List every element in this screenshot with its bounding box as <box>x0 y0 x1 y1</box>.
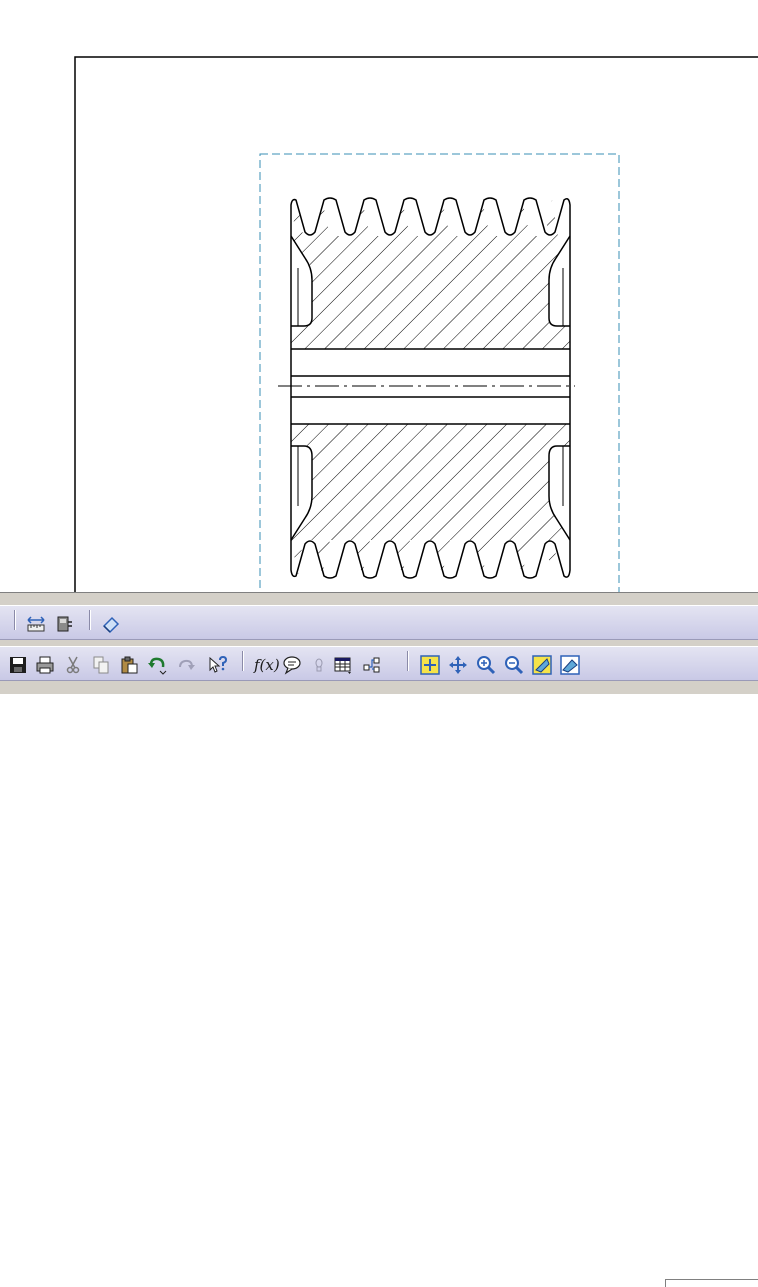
toolbar-separator <box>242 651 244 671</box>
hide-show-icon[interactable] <box>560 655 580 675</box>
toolbar-area: f(x) <box>0 592 758 1287</box>
drawing-viewport[interactable] <box>0 0 758 592</box>
comment-icon[interactable] <box>282 655 302 675</box>
print-icon[interactable] <box>35 655 55 675</box>
light-bulb-icon[interactable] <box>309 655 329 675</box>
undo-icon[interactable] <box>147 655 167 675</box>
formula-icon-label: f(x) <box>254 656 280 674</box>
toolbar-separator <box>14 610 16 630</box>
catalog-icon[interactable] <box>362 655 382 675</box>
measure-item-icon[interactable] <box>54 614 74 634</box>
design-table-icon[interactable] <box>333 655 353 675</box>
status-field[interactable] <box>665 1279 758 1287</box>
cut-icon[interactable] <box>63 655 83 675</box>
pan-icon[interactable] <box>448 655 468 675</box>
zoom-in-icon[interactable] <box>476 655 496 675</box>
normal-view-icon[interactable] <box>532 655 552 675</box>
redo-icon[interactable] <box>176 655 196 675</box>
zoom-out-icon[interactable] <box>504 655 524 675</box>
toolbar-separator <box>407 651 409 671</box>
standard-toolbar: f(x) <box>0 646 758 681</box>
pulley-upper-hatch <box>291 200 570 349</box>
pulley-lower-hatch <box>291 424 570 575</box>
whats-this-icon[interactable] <box>207 655 227 675</box>
copy-icon[interactable] <box>91 655 111 675</box>
measure-between-icon[interactable] <box>26 614 46 634</box>
drawing-canvas <box>74 56 758 592</box>
toolbar-separator <box>89 610 91 630</box>
apply-material-icon[interactable] <box>101 614 121 634</box>
measure-toolbar <box>0 605 758 640</box>
fit-all-in-icon[interactable] <box>420 655 440 675</box>
formula-icon[interactable]: f(x) <box>254 655 280 675</box>
save-icon[interactable] <box>8 655 28 675</box>
paste-icon[interactable] <box>119 655 139 675</box>
